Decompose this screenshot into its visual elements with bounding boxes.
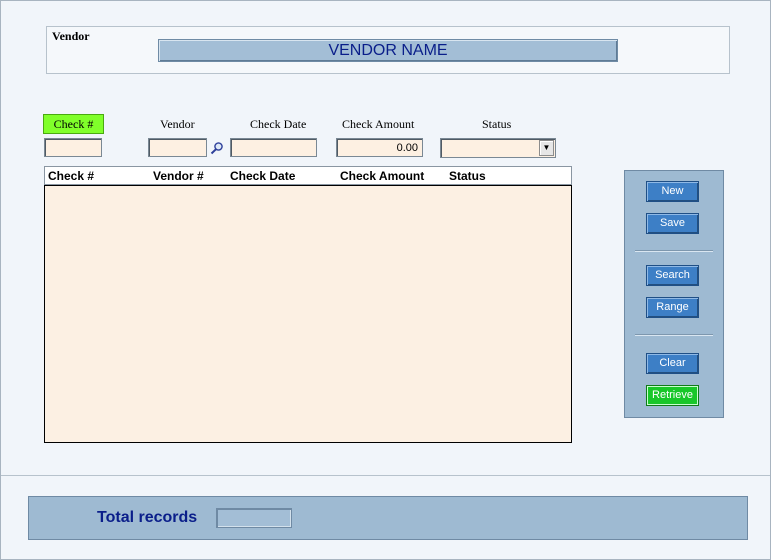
clear-button[interactable]: Clear	[646, 353, 699, 374]
vendor-caption: Vendor	[52, 29, 90, 43]
total-records-label: Total records	[97, 509, 198, 526]
footer-panel: Total records	[28, 496, 748, 540]
check-amount-input[interactable]	[336, 138, 423, 157]
check-date-input[interactable]	[230, 138, 317, 157]
range-button[interactable]: Range	[646, 297, 699, 318]
retrieve-button[interactable]: Retrieve	[646, 385, 699, 406]
status-label: Status	[482, 117, 512, 131]
panel-divider	[635, 250, 713, 252]
check-date-label: Check Date	[250, 117, 307, 131]
column-header-check-number[interactable]: Check #	[48, 169, 94, 183]
total-records-value	[216, 508, 292, 528]
vendor-name-display: VENDOR NAME	[158, 39, 618, 62]
column-header-check-date[interactable]: Check Date	[230, 169, 295, 183]
chevron-down-icon[interactable]: ▼	[539, 140, 554, 156]
vendor-group: Vendor VENDOR NAME	[46, 26, 730, 74]
panel-divider	[635, 334, 713, 336]
magnifier-icon[interactable]	[210, 141, 224, 155]
save-button[interactable]: Save	[646, 213, 699, 234]
search-button[interactable]: Search	[646, 265, 699, 286]
check-number-label: Check #	[43, 114, 104, 134]
column-header-check-amount[interactable]: Check Amount	[340, 169, 424, 183]
check-number-input[interactable]	[44, 138, 102, 157]
checks-grid-body[interactable]	[44, 185, 572, 443]
check-amount-label: Check Amount	[342, 117, 415, 131]
column-header-vendor-number[interactable]: Vendor #	[153, 169, 204, 183]
footer-divider	[1, 475, 770, 476]
column-header-status[interactable]: Status	[449, 169, 486, 183]
new-button[interactable]: New	[646, 181, 699, 202]
vendor-label: Vendor	[160, 117, 195, 131]
grid-header: Check # Vendor # Check Date Check Amount…	[44, 166, 572, 185]
button-panel: New Save Search Range Clear Retrieve	[624, 170, 724, 418]
status-dropdown[interactable]: ▼	[440, 138, 556, 158]
vendor-input[interactable]	[148, 138, 207, 157]
